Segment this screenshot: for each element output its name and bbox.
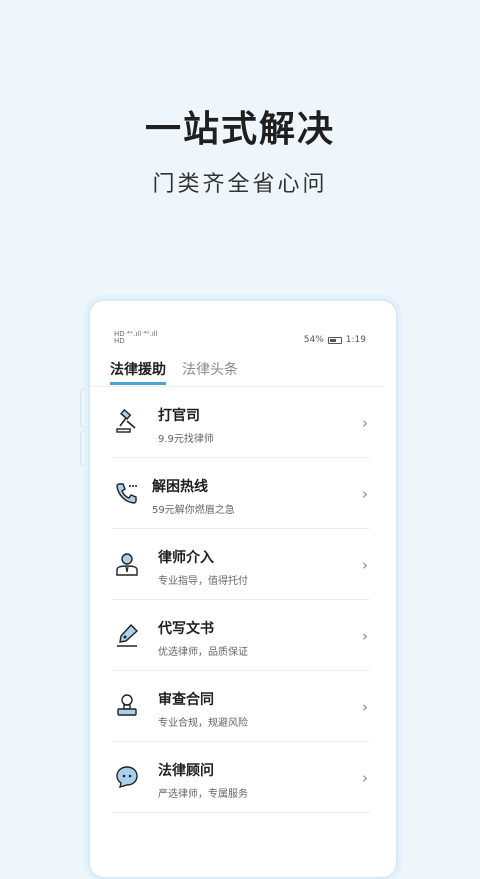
status-bar: HD ⁴ᴳ.ıll ⁴ᴳ.ıll HD 54% 1:19 [114,331,366,347]
tab-bar: 法律援助 法律头条 [110,359,238,385]
chevron-right-icon: › [362,485,368,503]
chevron-right-icon: › [362,698,368,716]
lawyer-person-icon [116,553,138,576]
headline: 一站式解决 [144,109,335,150]
phone-side-button-upper [80,388,88,428]
service-desc: 优选律师，品质保证 [158,647,248,658]
chat-bubble-icon [116,766,138,789]
gavel-icon [116,409,136,433]
service-title: 打官司 [158,408,200,424]
service-desc: 严选律师，专属服务 [158,789,248,800]
service-item-hotline[interactable]: 解困热线 59元解你燃眉之急 › [112,458,370,529]
subline: 门类齐全省心问 [152,172,328,197]
service-item-lawsuit[interactable]: 打官司 9.9元找律师 › [112,387,370,458]
service-title: 审查合同 [158,692,214,708]
service-desc: 专业指导，值得托付 [158,576,248,587]
signal-text-bottom: HD [114,337,125,345]
service-list: 打官司 9.9元找律师 › 解困热线 59元解你燃眉之急 › 律师介入 专业指导… [90,387,396,813]
clock: 1:19 [345,335,366,345]
battery-percent: 54% [303,335,324,345]
service-desc: 59元解你燃眉之急 [152,505,235,516]
chevron-right-icon: › [362,414,368,432]
service-desc: 专业合规，规避风险 [158,718,248,729]
phone-mockup: HD ⁴ᴳ.ıll ⁴ᴳ.ıll HD 54% 1:19 法律援助 法律头条 打… [88,299,398,879]
tab-legal-news[interactable]: 法律头条 [182,359,238,385]
service-title: 解困热线 [152,479,208,495]
chevron-right-icon: › [362,556,368,574]
phone-call-icon [116,483,137,504]
tab-legal-aid[interactable]: 法律援助 [110,359,166,385]
battery-icon [327,336,342,344]
service-title: 代写文书 [158,621,214,637]
status-right: 54% 1:19 [304,335,366,345]
service-item-legal-advisor[interactable]: 法律顾问 严选律师，专属服务 › [112,742,370,813]
signal-indicators: HD ⁴ᴳ.ıll ⁴ᴳ.ıll HD [114,331,158,345]
service-item-contract-review[interactable]: 审查合同 专业合规，规避风险 › [112,671,370,742]
chevron-right-icon: › [362,769,368,787]
service-desc: 9.9元找律师 [158,434,214,445]
service-item-lawyer-intervention[interactable]: 律师介入 专业指导，值得托付 › [112,529,370,600]
service-item-document-writing[interactable]: 代写文书 优选律师，品质保证 › [112,600,370,671]
pen-nib-icon [117,623,139,647]
service-title: 法律顾问 [158,763,214,779]
phone-side-button-lower [80,430,88,466]
service-title: 律师介入 [158,550,214,566]
chevron-right-icon: › [362,627,368,645]
stamp-icon [117,694,137,716]
